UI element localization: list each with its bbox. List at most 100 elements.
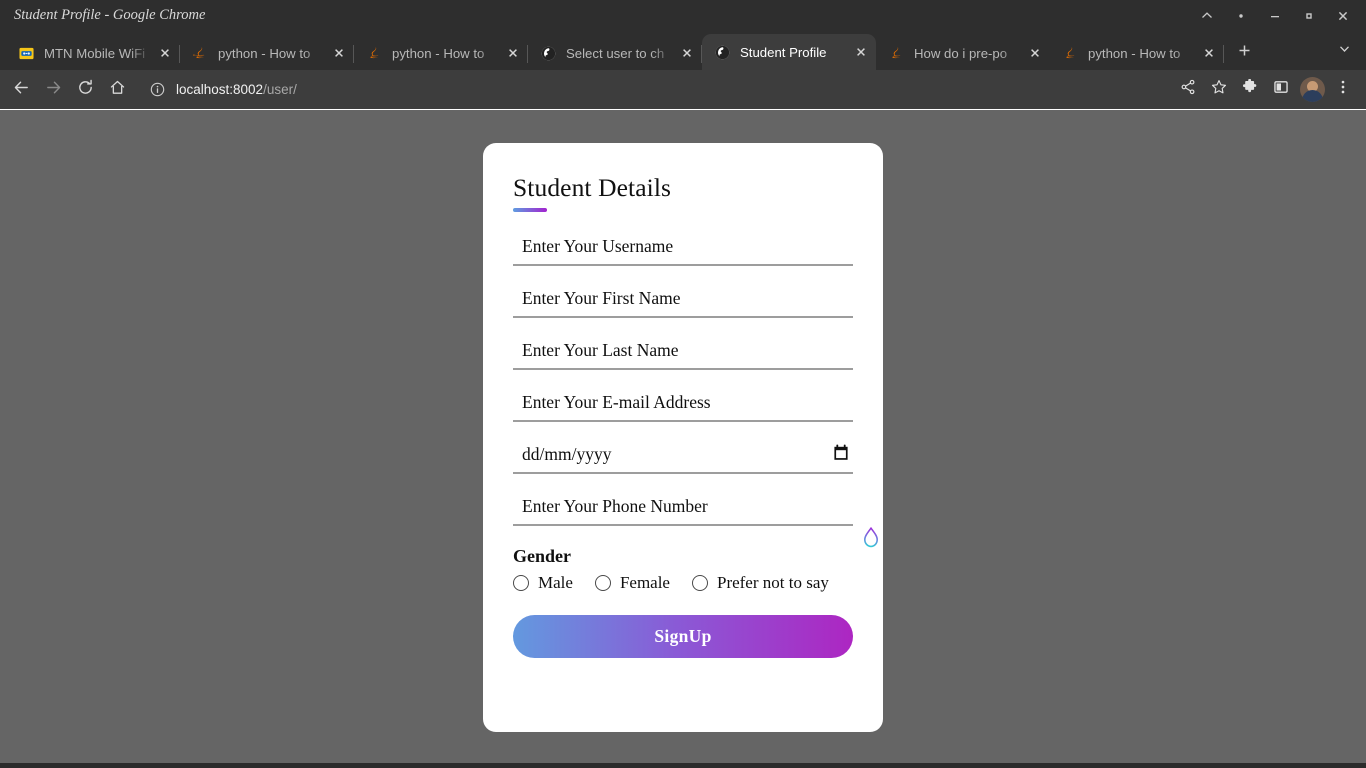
browser-tab[interactable]: python - How to	[180, 36, 354, 70]
java-icon	[366, 45, 383, 62]
url-host: localhost:8002	[176, 82, 264, 97]
signup-button[interactable]: SignUp	[513, 615, 853, 658]
share-icon	[1180, 79, 1196, 100]
profile-button[interactable]	[1297, 75, 1327, 105]
minimize-button[interactable]	[1258, 3, 1292, 29]
tab-strip: MTN Mobile WiFi python - How to python -…	[0, 31, 1366, 70]
chevron-down-icon	[1338, 42, 1351, 60]
radio-circle-icon[interactable]	[691, 575, 708, 591]
rollup-button[interactable]	[1190, 3, 1224, 29]
home-button[interactable]	[102, 75, 132, 105]
gender-label: Gender	[513, 546, 571, 566]
reload-icon	[77, 79, 94, 101]
share-button[interactable]	[1173, 75, 1203, 105]
gender-option-male[interactable]: Male	[513, 573, 573, 593]
title-underline-accent	[513, 208, 547, 212]
maximize-icon	[1303, 10, 1315, 22]
forward-button[interactable]	[38, 75, 68, 105]
side-panel-button[interactable]	[1266, 75, 1296, 105]
field-dob	[513, 442, 853, 474]
tab-title: MTN Mobile WiFi	[44, 45, 146, 61]
browser-tab[interactable]: python - How to	[354, 36, 528, 70]
browser-tab[interactable]: python - How to	[1050, 36, 1224, 70]
tab-title: Select user to ch	[566, 45, 665, 61]
url-path: /user/	[263, 82, 297, 97]
java-icon	[192, 45, 209, 62]
page-title: Student Details	[513, 173, 672, 202]
browser-tab-active[interactable]: Student Profile	[702, 34, 876, 70]
student-details-card: Student Details Enter Your Username Ente…	[483, 143, 883, 732]
phone-input[interactable]	[513, 494, 853, 526]
radio-circle-icon[interactable]	[594, 575, 611, 591]
address-bar[interactable]: localhost:8002/user/	[140, 76, 1165, 104]
tab-close-button[interactable]	[677, 44, 696, 63]
new-tab-button[interactable]	[1230, 39, 1258, 67]
window-bottom-edge	[0, 763, 1366, 768]
tab-close-button[interactable]	[851, 43, 870, 62]
tab-close-button[interactable]	[1025, 44, 1044, 63]
close-icon	[1337, 10, 1349, 22]
field-username	[513, 234, 853, 266]
gender-option-female[interactable]: Female	[594, 573, 670, 593]
tab-search-button[interactable]	[1330, 37, 1358, 65]
profile-avatar	[1299, 77, 1325, 102]
avatar-body	[1301, 90, 1323, 102]
browser-tab[interactable]: How do i pre-po	[876, 36, 1050, 70]
close-button[interactable]	[1326, 3, 1360, 29]
window-title: Student Profile - Google Chrome	[14, 7, 206, 23]
side-panel-icon	[1273, 79, 1289, 100]
gender-radio-group: Male Female Prefer not to say	[513, 573, 853, 593]
lastname-input[interactable]	[513, 338, 853, 370]
extensions-puzzle-icon	[1242, 78, 1258, 100]
tab-close-button[interactable]	[329, 44, 348, 63]
chrome-menu-button[interactable]	[1328, 75, 1358, 105]
globe-icon	[714, 44, 731, 61]
tab-title: python - How to	[392, 45, 485, 61]
tab-close-button[interactable]	[503, 44, 522, 63]
browser-tab[interactable]: MTN Mobile WiFi	[6, 36, 180, 70]
browser-window: Student Profile - Google Chrome MTN Mobi…	[0, 0, 1366, 768]
arrow-right-icon	[45, 79, 62, 101]
reload-button[interactable]	[70, 75, 100, 105]
radio-circle-icon[interactable]	[513, 575, 529, 591]
chrome-menu-icon	[1335, 79, 1351, 100]
window-titlebar: Student Profile - Google Chrome	[0, 0, 1366, 31]
tab-list: MTN Mobile WiFi python - How to python -…	[6, 31, 1224, 70]
tab-title: How do i pre-po	[914, 45, 1008, 61]
bookmark-button[interactable]	[1204, 75, 1234, 105]
extensions-button[interactable]	[1235, 75, 1265, 105]
tab-close-button[interactable]	[155, 44, 174, 63]
site-info-icon[interactable]	[148, 80, 167, 99]
tab-title: Student Profile	[740, 44, 827, 60]
browser-tab[interactable]: Select user to ch	[528, 36, 702, 70]
gender-option-prefer-not-to-say[interactable]: Prefer not to say	[691, 573, 829, 593]
dob-input[interactable]	[513, 442, 853, 474]
tab-title: python - How to	[1088, 45, 1181, 61]
tab-close-button[interactable]	[1199, 44, 1218, 63]
firstname-input[interactable]	[513, 286, 853, 318]
arrow-left-icon	[13, 79, 30, 101]
username-input[interactable]	[513, 234, 853, 266]
field-firstname	[513, 286, 853, 318]
bookmark-star-icon	[1211, 79, 1227, 100]
globe-icon	[540, 45, 557, 62]
java-icon	[888, 45, 905, 62]
toolbar-actions	[1173, 75, 1358, 105]
gender-option-label: Male	[538, 573, 573, 592]
home-icon	[109, 79, 126, 101]
java-icon	[1062, 45, 1079, 62]
field-phone	[513, 494, 853, 526]
shade-button[interactable]	[1224, 3, 1258, 29]
back-button[interactable]	[6, 75, 36, 105]
page-viewport: Student Details Enter Your Username Ente…	[0, 110, 1366, 768]
chevron-up-icon	[1201, 10, 1213, 22]
minimize-icon	[1269, 10, 1281, 22]
email-input[interactable]	[513, 390, 853, 422]
browser-toolbar: localhost:8002/user/	[0, 70, 1366, 110]
router-icon	[18, 45, 35, 62]
field-email	[513, 390, 853, 422]
field-lastname	[513, 338, 853, 370]
maximize-button[interactable]	[1292, 3, 1326, 29]
gender-option-label: Prefer not to say	[716, 573, 829, 592]
window-controls	[1190, 3, 1360, 29]
